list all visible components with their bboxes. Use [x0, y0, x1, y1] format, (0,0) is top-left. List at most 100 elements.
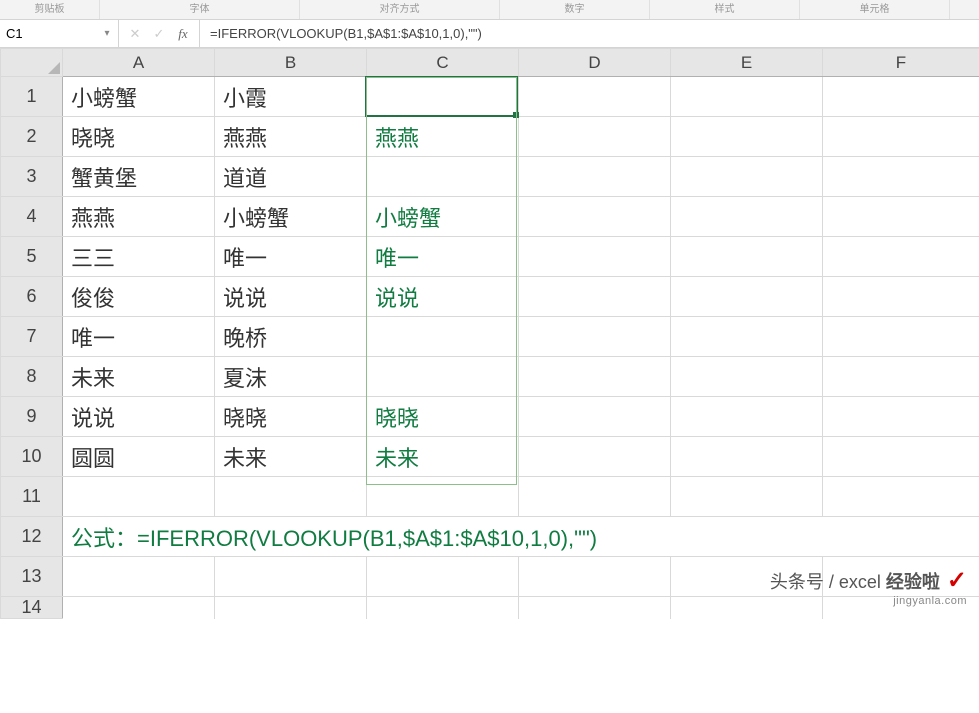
cell-E2[interactable] — [671, 117, 823, 157]
col-header-E[interactable]: E — [671, 49, 823, 77]
cell-F11[interactable] — [823, 477, 979, 517]
cell-D13[interactable] — [519, 557, 671, 597]
cell-A11[interactable] — [63, 477, 215, 517]
cell-D5[interactable] — [519, 237, 671, 277]
cell-D7[interactable] — [519, 317, 671, 357]
cell-E5[interactable] — [671, 237, 823, 277]
cell-B9[interactable]: 晓晓 — [215, 397, 367, 437]
formula-input[interactable] — [210, 26, 979, 41]
name-box[interactable] — [0, 23, 100, 45]
cell-A1[interactable]: 小螃蟹 — [63, 77, 215, 117]
cell-D3[interactable] — [519, 157, 671, 197]
cell-C6[interactable]: 说说 — [367, 277, 519, 317]
select-all-corner[interactable] — [1, 49, 63, 77]
cell-E11[interactable] — [671, 477, 823, 517]
col-header-B[interactable]: B — [215, 49, 367, 77]
row-header-7[interactable]: 7 — [1, 317, 63, 357]
cell-B5[interactable]: 唯一 — [215, 237, 367, 277]
row-header-6[interactable]: 6 — [1, 277, 63, 317]
cell-D11[interactable] — [519, 477, 671, 517]
cell-A6[interactable]: 俊俊 — [63, 277, 215, 317]
cell-F7[interactable] — [823, 317, 979, 357]
cell-E7[interactable] — [671, 317, 823, 357]
cell-F8[interactable] — [823, 357, 979, 397]
row-header-12[interactable]: 12 — [1, 517, 63, 557]
cell-B1[interactable]: 小霞 — [215, 77, 367, 117]
cell-C9[interactable]: 晓晓 — [367, 397, 519, 437]
col-header-A[interactable]: A — [63, 49, 215, 77]
cell-C11[interactable] — [367, 477, 519, 517]
cell-E8[interactable] — [671, 357, 823, 397]
cell-F10[interactable] — [823, 437, 979, 477]
cell-C3[interactable] — [367, 157, 519, 197]
cell-B8[interactable]: 夏沫 — [215, 357, 367, 397]
col-header-C[interactable]: C — [367, 49, 519, 77]
cancel-formula-icon[interactable]: ✕ — [123, 23, 147, 45]
cell-C7[interactable] — [367, 317, 519, 357]
row-header-9[interactable]: 9 — [1, 397, 63, 437]
row-header-1[interactable]: 1 — [1, 77, 63, 117]
cell-C14[interactable] — [367, 597, 519, 619]
row-header-10[interactable]: 10 — [1, 437, 63, 477]
row-header-3[interactable]: 3 — [1, 157, 63, 197]
cell-D1[interactable] — [519, 77, 671, 117]
cell-D10[interactable] — [519, 437, 671, 477]
cell-E3[interactable] — [671, 157, 823, 197]
cell-E10[interactable] — [671, 437, 823, 477]
spreadsheet-grid[interactable]: A B C D E F 1 小螃蟹 小霞 2 晓晓 燕燕 燕 — [0, 48, 979, 619]
row-header-14[interactable]: 14 — [1, 597, 63, 619]
cell-A8[interactable]: 未来 — [63, 357, 215, 397]
cell-F4[interactable] — [823, 197, 979, 237]
accept-formula-icon[interactable]: ✓ — [147, 23, 171, 45]
row-header-8[interactable]: 8 — [1, 357, 63, 397]
cell-B7[interactable]: 晚桥 — [215, 317, 367, 357]
cell-A9[interactable]: 说说 — [63, 397, 215, 437]
cell-A14[interactable] — [63, 597, 215, 619]
cell-D14[interactable] — [519, 597, 671, 619]
cell-F1[interactable] — [823, 77, 979, 117]
cell-F3[interactable] — [823, 157, 979, 197]
cell-F9[interactable] — [823, 397, 979, 437]
row-header-13[interactable]: 13 — [1, 557, 63, 597]
cell-B10[interactable]: 未来 — [215, 437, 367, 477]
cell-A4[interactable]: 燕燕 — [63, 197, 215, 237]
col-header-D[interactable]: D — [519, 49, 671, 77]
cell-D8[interactable] — [519, 357, 671, 397]
cell-B4[interactable]: 小螃蟹 — [215, 197, 367, 237]
cell-C13[interactable] — [367, 557, 519, 597]
cell-A12-formula-note[interactable]: 公式：=IFERROR(VLOOKUP(B1,$A$1:$A$10,1,0),"… — [63, 517, 979, 557]
cell-A7[interactable]: 唯一 — [63, 317, 215, 357]
cell-E4[interactable] — [671, 197, 823, 237]
row-header-4[interactable]: 4 — [1, 197, 63, 237]
col-header-F[interactable]: F — [823, 49, 979, 77]
name-box-dropdown-icon[interactable]: ▾ — [100, 28, 114, 39]
cell-B13[interactable] — [215, 557, 367, 597]
cell-F6[interactable] — [823, 277, 979, 317]
cell-A2[interactable]: 晓晓 — [63, 117, 215, 157]
cell-A3[interactable]: 蟹黄堡 — [63, 157, 215, 197]
cell-D2[interactable] — [519, 117, 671, 157]
cell-D6[interactable] — [519, 277, 671, 317]
cell-D4[interactable] — [519, 197, 671, 237]
cell-C1[interactable] — [367, 77, 519, 117]
cell-A13[interactable] — [63, 557, 215, 597]
cell-B14[interactable] — [215, 597, 367, 619]
cell-C2[interactable]: 燕燕 — [367, 117, 519, 157]
cell-B11[interactable] — [215, 477, 367, 517]
cell-A10[interactable]: 圆圆 — [63, 437, 215, 477]
cell-E6[interactable] — [671, 277, 823, 317]
cell-D9[interactable] — [519, 397, 671, 437]
cell-C8[interactable] — [367, 357, 519, 397]
cell-E1[interactable] — [671, 77, 823, 117]
cell-B2[interactable]: 燕燕 — [215, 117, 367, 157]
row-header-2[interactable]: 2 — [1, 117, 63, 157]
cell-B3[interactable]: 道道 — [215, 157, 367, 197]
cell-F2[interactable] — [823, 117, 979, 157]
cell-C5[interactable]: 唯一 — [367, 237, 519, 277]
cell-A5[interactable]: 三三 — [63, 237, 215, 277]
row-header-11[interactable]: 11 — [1, 477, 63, 517]
cell-C4[interactable]: 小螃蟹 — [367, 197, 519, 237]
cell-C10[interactable]: 未来 — [367, 437, 519, 477]
row-header-5[interactable]: 5 — [1, 237, 63, 277]
cell-B6[interactable]: 说说 — [215, 277, 367, 317]
